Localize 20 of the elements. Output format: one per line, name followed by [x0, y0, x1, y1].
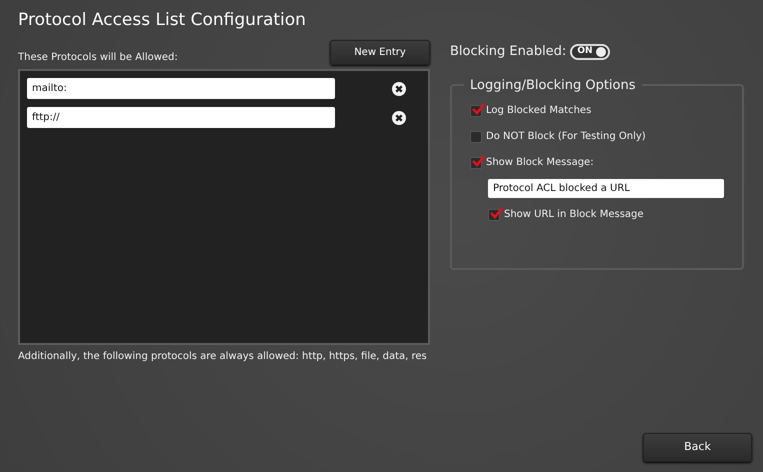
checkbox-label: Do NOT Block (For Testing Only) — [486, 130, 646, 144]
checkbox[interactable] — [470, 130, 482, 143]
message-field[interactable]: Protocol ACL blocked a URL — [488, 179, 724, 198]
checkbox-label: Show URL in Block Message — [504, 208, 644, 222]
checkbox[interactable] — [488, 208, 500, 221]
remove-icon[interactable] — [392, 82, 406, 96]
checkbox-label: Log Blocked Matches — [486, 104, 592, 118]
page-title: Protocol Access List Configuration — [18, 10, 307, 30]
protocol-field[interactable]: fttp:// — [27, 107, 335, 128]
checkbox-label: Show Block Message: — [486, 156, 594, 170]
new-entry-button[interactable]: New Entry — [330, 40, 430, 66]
toggle-switch[interactable]: ON — [570, 44, 610, 60]
remove-icon[interactable] — [392, 110, 406, 125]
checkbox[interactable] — [470, 104, 482, 117]
checkbox[interactable] — [470, 156, 482, 169]
back-button[interactable]: Back — [643, 433, 752, 462]
list-label: These Protocols will be Allowed: — [18, 51, 178, 66]
protocol-field[interactable]: mailto: — [27, 78, 335, 100]
footnote-text: Additionally, the following protocols are always allowed: http, https, file, data, res — [18, 350, 428, 364]
blocking-label: Blocking Enabled: — [450, 43, 566, 62]
